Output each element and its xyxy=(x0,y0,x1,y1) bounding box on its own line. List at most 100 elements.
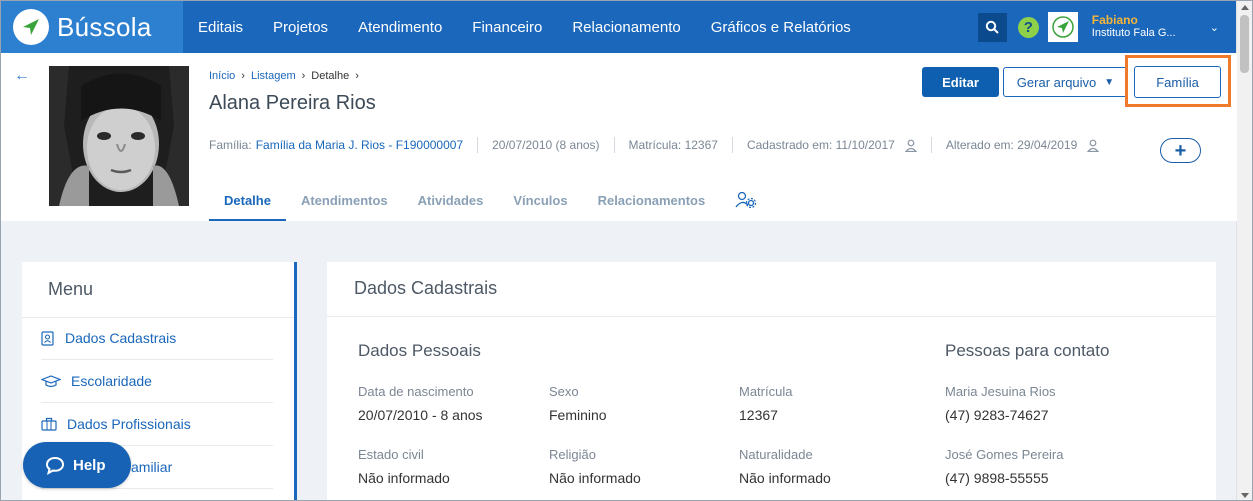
breadcrumb-separator: › xyxy=(241,70,245,82)
tab-relacionamentos[interactable]: Relacionamentos xyxy=(583,181,721,221)
contact-name: José Gomes Pereira xyxy=(945,447,1064,462)
menu-item-escolaridade[interactable]: Escolaridade xyxy=(41,360,273,403)
breadcrumb-separator: › xyxy=(355,70,359,82)
cadastrado-text: Cadastrado em: 11/10/2017 xyxy=(746,138,895,152)
familia-label: Família: xyxy=(209,138,252,152)
search-button[interactable] xyxy=(977,12,1007,42)
card-title: Dados Cadastrais xyxy=(354,278,498,298)
generate-file-label: Gerar arquivo xyxy=(1016,74,1097,90)
divider xyxy=(477,137,479,153)
field-label-nascimento: Data de nascimento xyxy=(358,384,474,399)
field-value-estado-civil: Não informado xyxy=(358,470,450,486)
tab-detalhe[interactable]: Detalhe xyxy=(209,181,286,221)
field-label-religiao: Religião xyxy=(549,447,596,462)
meta-alterado: Alterado em: 29/04/2019 xyxy=(945,138,1100,152)
compass-logo-icon xyxy=(13,9,49,45)
person-meta: Família: Família da Maria J. Rios - F190… xyxy=(209,137,1100,153)
help-label: Help xyxy=(73,456,106,474)
menu-item-dados-cadastrais[interactable]: Dados Cadastrais xyxy=(41,317,273,360)
user-settings-icon[interactable] xyxy=(720,181,772,221)
user-menu[interactable]: Fabiano Instituto Fala G... xyxy=(1092,14,1202,40)
field-value-matricula: 12367 xyxy=(739,407,778,423)
nav-item-relacionamento[interactable]: Relacionamento xyxy=(557,19,695,36)
field-label-naturalidade: Naturalidade xyxy=(739,447,813,462)
tab-atividades[interactable]: Atividades xyxy=(403,181,499,221)
alterado-text: Alterado em: 29/04/2019 xyxy=(945,138,1078,152)
profile-header: ← Início › Listagem › Detalhe › Alana Pe… xyxy=(1,53,1237,221)
back-arrow-icon[interactable]: ← xyxy=(14,67,30,85)
edit-button[interactable]: Editar xyxy=(922,67,999,97)
menu-item-label: Escolaridade xyxy=(71,373,152,389)
app-logo[interactable]: Bússola xyxy=(1,1,183,53)
page-title: Alana Pereira Rios xyxy=(209,92,376,114)
search-icon xyxy=(986,20,999,34)
field-label-matricula: Matrícula xyxy=(739,384,793,399)
nav-item-projetos[interactable]: Projetos xyxy=(258,19,343,36)
nav-right: ? Fabiano Instituto Fala G... ⌄ xyxy=(977,1,1237,53)
generate-file-button[interactable]: Gerar arquivo ▼ xyxy=(1003,67,1128,97)
contact-name: Maria Jesuina Rios xyxy=(945,384,1056,399)
nav-item-editais[interactable]: Editais xyxy=(183,19,258,36)
field-value-sexo: Feminino xyxy=(549,407,607,423)
contact-phone: (47) 9283-74627 xyxy=(945,407,1049,423)
tab-atendimentos[interactable]: Atendimentos xyxy=(286,181,403,221)
scroll-up-icon[interactable] xyxy=(1241,5,1249,10)
help-button[interactable]: Help xyxy=(23,442,131,488)
user-icon[interactable] xyxy=(904,139,917,152)
menu-item-label: Dados Profissionais xyxy=(67,416,191,432)
divider xyxy=(613,137,615,153)
divider xyxy=(731,137,733,153)
field-label-sexo: Sexo xyxy=(549,384,579,399)
nav-item-graficos-relatorios[interactable]: Gráficos e Relatórios xyxy=(696,19,866,36)
user-institution: Instituto Fala G... xyxy=(1091,27,1176,39)
person-photo xyxy=(49,66,189,206)
user-icon[interactable] xyxy=(1087,139,1100,152)
id-card-icon xyxy=(41,330,63,346)
menu-title: Menu xyxy=(48,279,94,299)
graduation-cap-icon xyxy=(41,374,69,388)
section-title-pessoais: Dados Pessoais xyxy=(358,341,481,360)
meta-familia: Família: Família da Maria J. Rios - F190… xyxy=(209,138,463,152)
field-value-nascimento: 20/07/2010 - 8 anos xyxy=(358,407,483,423)
nav-item-atendimento[interactable]: Atendimento xyxy=(343,19,457,36)
institution-logo xyxy=(1047,12,1078,42)
field-value-religiao: Não informado xyxy=(549,470,641,486)
breadcrumb-inicio[interactable]: Início xyxy=(209,70,235,82)
menu-item-label: amiliar xyxy=(131,459,173,475)
scrollbar-thumb[interactable] xyxy=(1240,15,1249,73)
menu-item-dados-profissionais[interactable]: Dados Profissionais xyxy=(41,403,273,446)
divider xyxy=(930,137,932,153)
breadcrumb-detalhe: Detalhe xyxy=(311,70,350,82)
chevron-down-icon: ▼ xyxy=(1104,76,1115,88)
breadcrumb-listagem[interactable]: Listagem xyxy=(251,70,296,82)
family-button[interactable]: Família xyxy=(1134,66,1221,98)
vertical-scrollbar[interactable] xyxy=(1236,1,1252,500)
contact-phone: (47) 9898-55555 xyxy=(945,470,1049,486)
breadcrumb: Início › Listagem › Detalhe › xyxy=(209,70,365,82)
profile-tabs: Detalhe Atendimentos Atividades Vínculos… xyxy=(209,181,772,221)
user-name: Fabiano xyxy=(1091,13,1138,27)
app-name: Bússola xyxy=(57,11,152,42)
divider xyxy=(327,316,1216,317)
top-navbar: Bússola Editais Projetos Atendimento Fin… xyxy=(1,1,1237,53)
field-label-estado-civil: Estado civil xyxy=(358,447,424,462)
familia-link[interactable]: Família da Maria J. Rios - F190000007 xyxy=(256,138,463,152)
scroll-down-icon[interactable] xyxy=(1241,493,1249,498)
menu-item-label: Dados Cadastrais xyxy=(65,330,177,346)
breadcrumb-separator: › xyxy=(301,70,306,82)
main-card: Dados Cadastrais Dados Pessoais Pessoas … xyxy=(327,262,1216,500)
field-value-naturalidade: Não informado xyxy=(739,470,831,486)
meta-matricula: Matrícula: 12367 xyxy=(628,138,718,152)
add-button[interactable]: + xyxy=(1160,138,1201,163)
main-nav: Editais Projetos Atendimento Financeiro … xyxy=(183,19,866,36)
chevron-down-icon[interactable]: ⌄ xyxy=(1210,21,1219,34)
nav-item-financeiro[interactable]: Financeiro xyxy=(457,19,557,36)
briefcase-icon xyxy=(41,417,65,431)
meta-birth: 20/07/2010 (8 anos) xyxy=(492,138,600,152)
chat-bubble-icon xyxy=(45,456,65,475)
help-icon[interactable]: ? xyxy=(1017,16,1039,38)
meta-cadastrado: Cadastrado em: 11/10/2017 xyxy=(747,138,917,152)
section-title-contato: Pessoas para contato xyxy=(945,341,1110,360)
tab-vinculos[interactable]: Vínculos xyxy=(498,181,582,221)
app-window: Bússola Editais Projetos Atendimento Fin… xyxy=(0,0,1253,501)
